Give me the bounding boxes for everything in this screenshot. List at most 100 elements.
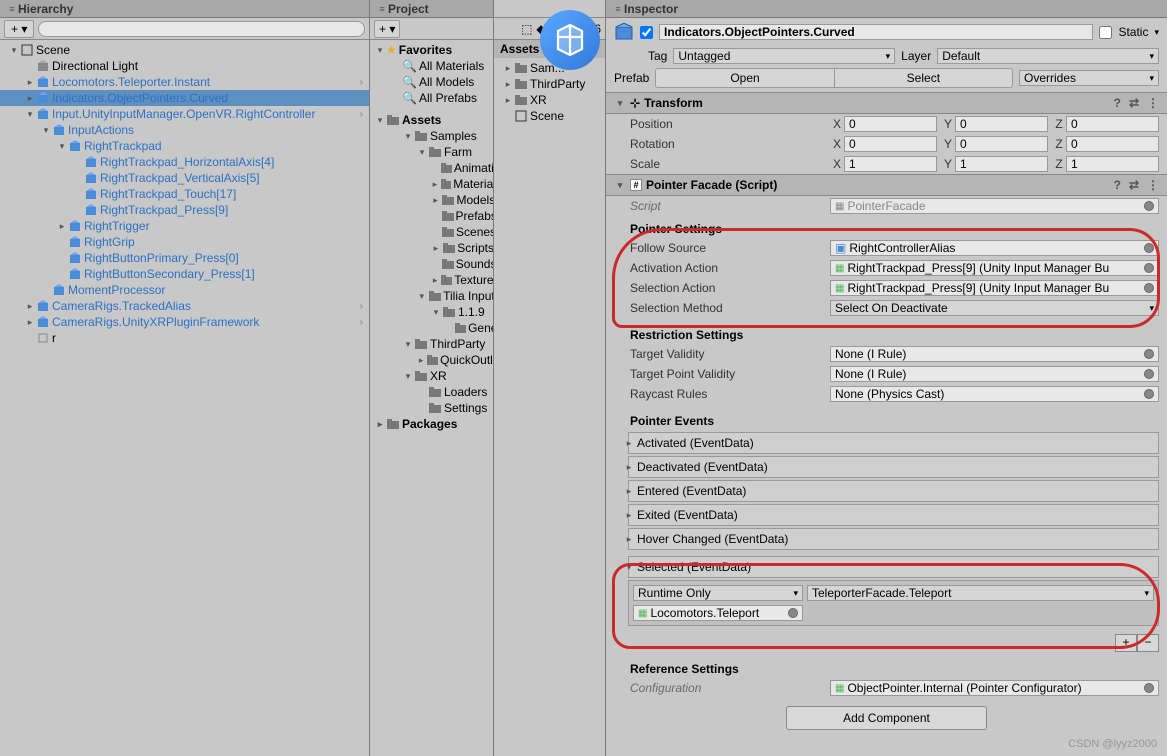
hierarchy-item[interactable]: Directional Light (0, 58, 369, 74)
selection-action-field[interactable]: ▦RightTrackpad_Press[9] (Unity Input Man… (830, 280, 1159, 296)
position-x-input[interactable] (844, 116, 937, 132)
pointerfacade-header[interactable]: ▾ # Pointer Facade (Script) ? ⇄ ⋮ (606, 174, 1167, 196)
asset-item[interactable]: ▸ThirdParty (494, 76, 605, 92)
hierarchy-item[interactable]: RightTrackpad_Press[9] (0, 202, 369, 218)
project-item[interactable]: ▾1.1.9 (370, 304, 493, 320)
hierarchy-header: ≡ Hierarchy (0, 0, 369, 18)
project-item[interactable]: ▸Models (370, 192, 493, 208)
position-y-input[interactable] (955, 116, 1048, 132)
selection-method-dropdown[interactable]: Select On Deactivate▾ (830, 300, 1159, 316)
object-name-field[interactable] (659, 24, 1093, 40)
project-item[interactable]: ▸Textures (370, 272, 493, 288)
help-icon[interactable]: ? (1114, 96, 1121, 110)
event-header[interactable]: ▸Entered (EventData) (628, 480, 1159, 502)
configuration-field[interactable]: ▦ObjectPointer.Internal (Pointer Configu… (830, 680, 1159, 696)
gameobject-icon (36, 299, 50, 313)
favorite-item[interactable]: 🔍All Models (370, 74, 493, 90)
filter-icon[interactable]: ⬚ (521, 22, 532, 36)
asset-item[interactable]: Scene (494, 108, 605, 124)
static-checkbox[interactable] (1099, 26, 1112, 39)
assets-folder[interactable]: ▾ Assets (370, 112, 493, 128)
transform-header[interactable]: ▾ ⊹ Transform ? ⇄ ⋮ (606, 92, 1167, 114)
hierarchy-item[interactable]: ▾RightTrackpad (0, 138, 369, 154)
project-create[interactable]: + ▾ (374, 20, 400, 38)
overrides-dropdown[interactable]: Overrides▾ (1019, 70, 1159, 86)
runtime-dropdown[interactable]: Runtime Only▾ (633, 585, 803, 601)
event-header[interactable]: ▸Activated (EventData) (628, 432, 1159, 454)
project-item[interactable]: ▸Packages (370, 416, 493, 432)
selected-event-header[interactable]: ▾ Selected (EventData) (628, 556, 1159, 578)
project-item[interactable]: ▸QuickOutlin (370, 352, 493, 368)
hierarchy-item[interactable]: MomentProcessor (0, 282, 369, 298)
hierarchy-item[interactable]: ▸Indicators.ObjectPointers.Curved› (0, 90, 369, 106)
project-item[interactable]: Animatio (370, 160, 493, 176)
scale-y-input[interactable] (955, 156, 1048, 172)
preset-icon[interactable]: ⇄ (1129, 178, 1139, 192)
add-component-button[interactable]: Add Component (786, 706, 987, 730)
hierarchy-item[interactable]: ▸CameraRigs.TrackedAlias› (0, 298, 369, 314)
rotation-y-input[interactable] (955, 136, 1048, 152)
event-target-field[interactable]: ▦Locomotors.Teleport (633, 605, 803, 621)
hierarchy-item[interactable]: ▸Locomotors.Teleporter.Instant› (0, 74, 369, 90)
hierarchy-item[interactable]: RightGrip (0, 234, 369, 250)
project-item[interactable]: ▾Samples (370, 128, 493, 144)
favorite-item[interactable]: 🔍All Prefabs (370, 90, 493, 106)
prefab-select-button[interactable]: Select (835, 69, 1012, 87)
hierarchy-item[interactable]: RightButtonSecondary_Press[1] (0, 266, 369, 282)
hierarchy-item[interactable]: ▾InputActions (0, 122, 369, 138)
project-item[interactable]: Scenes (370, 224, 493, 240)
hierarchy-item[interactable]: RightTrackpad_Touch[17] (0, 186, 369, 202)
project-item[interactable]: ▾XR (370, 368, 493, 384)
hierarchy-item[interactable]: RightButtonPrimary_Press[0] (0, 250, 369, 266)
project-item[interactable]: Prefabs (370, 208, 493, 224)
favorite-item[interactable]: 🔍All Materials (370, 58, 493, 74)
hierarchy-item[interactable]: ▾Input.UnityInputManager.OpenVR.RightCon… (0, 106, 369, 122)
project-item[interactable]: ▾Farm (370, 144, 493, 160)
asset-item[interactable]: ▸XR (494, 92, 605, 108)
event-header[interactable]: ▸Exited (EventData) (628, 504, 1159, 526)
hierarchy-item[interactable]: ▸CameraRigs.UnityXRPluginFramework› (0, 314, 369, 330)
hierarchy-item[interactable]: RightTrackpad_VerticalAxis[5] (0, 170, 369, 186)
position-z-input[interactable] (1066, 116, 1159, 132)
hierarchy-item[interactable]: RightTrackpad_HorizontalAxis[4] (0, 154, 369, 170)
event-header[interactable]: ▸Deactivated (EventData) (628, 456, 1159, 478)
tag-dropdown[interactable]: Untagged▾ (673, 48, 895, 64)
scale-x-input[interactable] (844, 156, 937, 172)
project-item[interactable]: Loaders (370, 384, 493, 400)
rotation-x-input[interactable] (844, 136, 937, 152)
preset-icon[interactable]: ⇄ (1129, 96, 1139, 110)
project-item[interactable]: Settings (370, 400, 493, 416)
active-checkbox[interactable] (640, 26, 653, 39)
pointer-events-label: Pointer Events (606, 404, 1167, 432)
target-validity-field[interactable]: None (I Rule) (830, 346, 1159, 362)
raycast-rules-field[interactable]: None (Physics Cast) (830, 386, 1159, 402)
scale-z-input[interactable] (1066, 156, 1159, 172)
project-item[interactable]: ▸Materials (370, 176, 493, 192)
menu-icon[interactable]: ⋮ (1147, 96, 1159, 110)
project-item[interactable]: Sounds (370, 256, 493, 272)
prefab-open-button[interactable]: Open (656, 69, 834, 87)
hierarchy-item[interactable]: r (0, 330, 369, 346)
help-icon[interactable]: ? (1114, 178, 1121, 192)
menu-icon[interactable]: ⋮ (1147, 178, 1159, 192)
project-item[interactable]: ▾ThirdParty (370, 336, 493, 352)
project-item[interactable]: ▾Tilia Input (370, 288, 493, 304)
project-item[interactable]: ▸Scripts (370, 240, 493, 256)
layer-dropdown[interactable]: Default▾ (937, 48, 1159, 64)
item-label: InputActions (68, 123, 134, 137)
activation-action-field[interactable]: ▦RightTrackpad_Press[9] (Unity Input Man… (830, 260, 1159, 276)
target-point-field[interactable]: None (I Rule) (830, 366, 1159, 382)
static-dropdown-icon[interactable]: ▾ (1154, 27, 1159, 38)
event-header[interactable]: ▸Hover Changed (EventData) (628, 528, 1159, 550)
remove-listener-button[interactable]: − (1137, 634, 1159, 652)
hierarchy-item[interactable]: ▾Scene (0, 42, 369, 58)
hierarchy-item[interactable]: ▸RightTrigger (0, 218, 369, 234)
create-dropdown[interactable]: + ▾ (4, 20, 34, 38)
add-listener-button[interactable]: + (1115, 634, 1137, 652)
rotation-z-input[interactable] (1066, 136, 1159, 152)
project-item[interactable]: Gene (370, 320, 493, 336)
method-dropdown[interactable]: TeleporterFacade.Teleport▾ (807, 585, 1154, 601)
hierarchy-search[interactable] (38, 21, 365, 37)
follow-source-field[interactable]: ▣RightControllerAlias (830, 240, 1159, 256)
favorites-folder[interactable]: ▾★ Favorites (370, 42, 493, 58)
